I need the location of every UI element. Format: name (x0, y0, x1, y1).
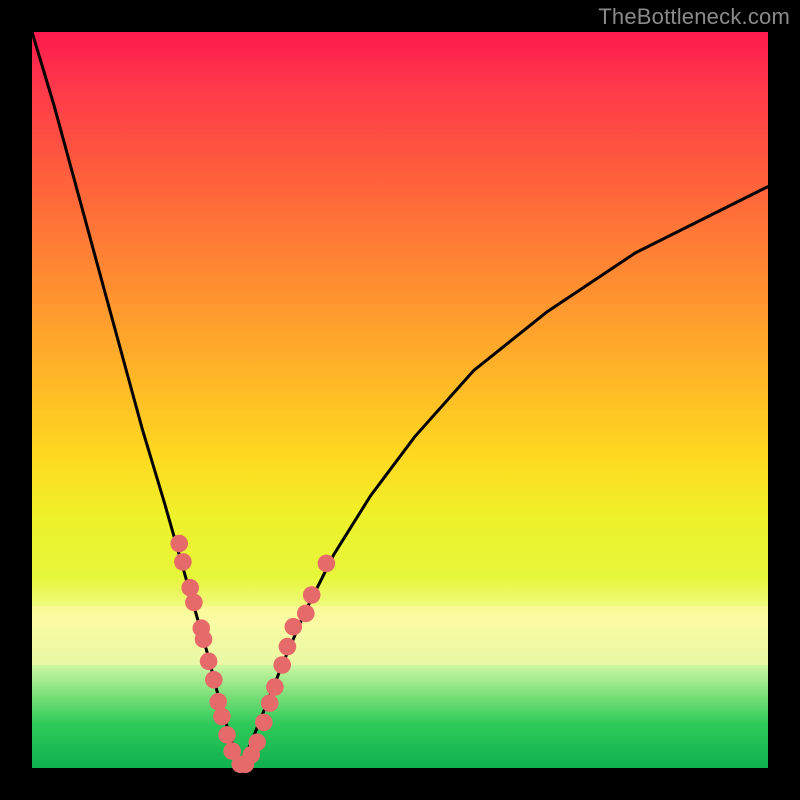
watermark-text: TheBottleneck.com (598, 4, 790, 30)
curves-svg (32, 32, 768, 768)
highlight-dot (218, 726, 236, 744)
highlight-dot (174, 553, 192, 571)
highlight-dot (266, 678, 284, 696)
highlight-dot (200, 653, 218, 671)
highlight-dots (170, 535, 335, 773)
highlight-dot (279, 638, 297, 656)
highlight-dot (255, 714, 273, 732)
highlight-dot (213, 708, 231, 726)
highlight-dot (185, 594, 203, 612)
highlight-dot (261, 694, 279, 712)
highlight-dot (248, 733, 266, 751)
highlight-dot (318, 555, 336, 573)
highlight-dot (205, 671, 223, 689)
plot-area (32, 32, 768, 768)
highlight-dot (303, 586, 321, 604)
curve-right (240, 187, 768, 768)
chart-frame: TheBottleneck.com (0, 0, 800, 800)
highlight-dot (273, 656, 291, 674)
highlight-dot (209, 693, 227, 711)
highlight-dot (181, 579, 199, 597)
highlight-dot (297, 605, 315, 623)
highlight-dot (170, 535, 188, 553)
highlight-dot (195, 630, 213, 648)
highlight-dot (285, 618, 303, 636)
